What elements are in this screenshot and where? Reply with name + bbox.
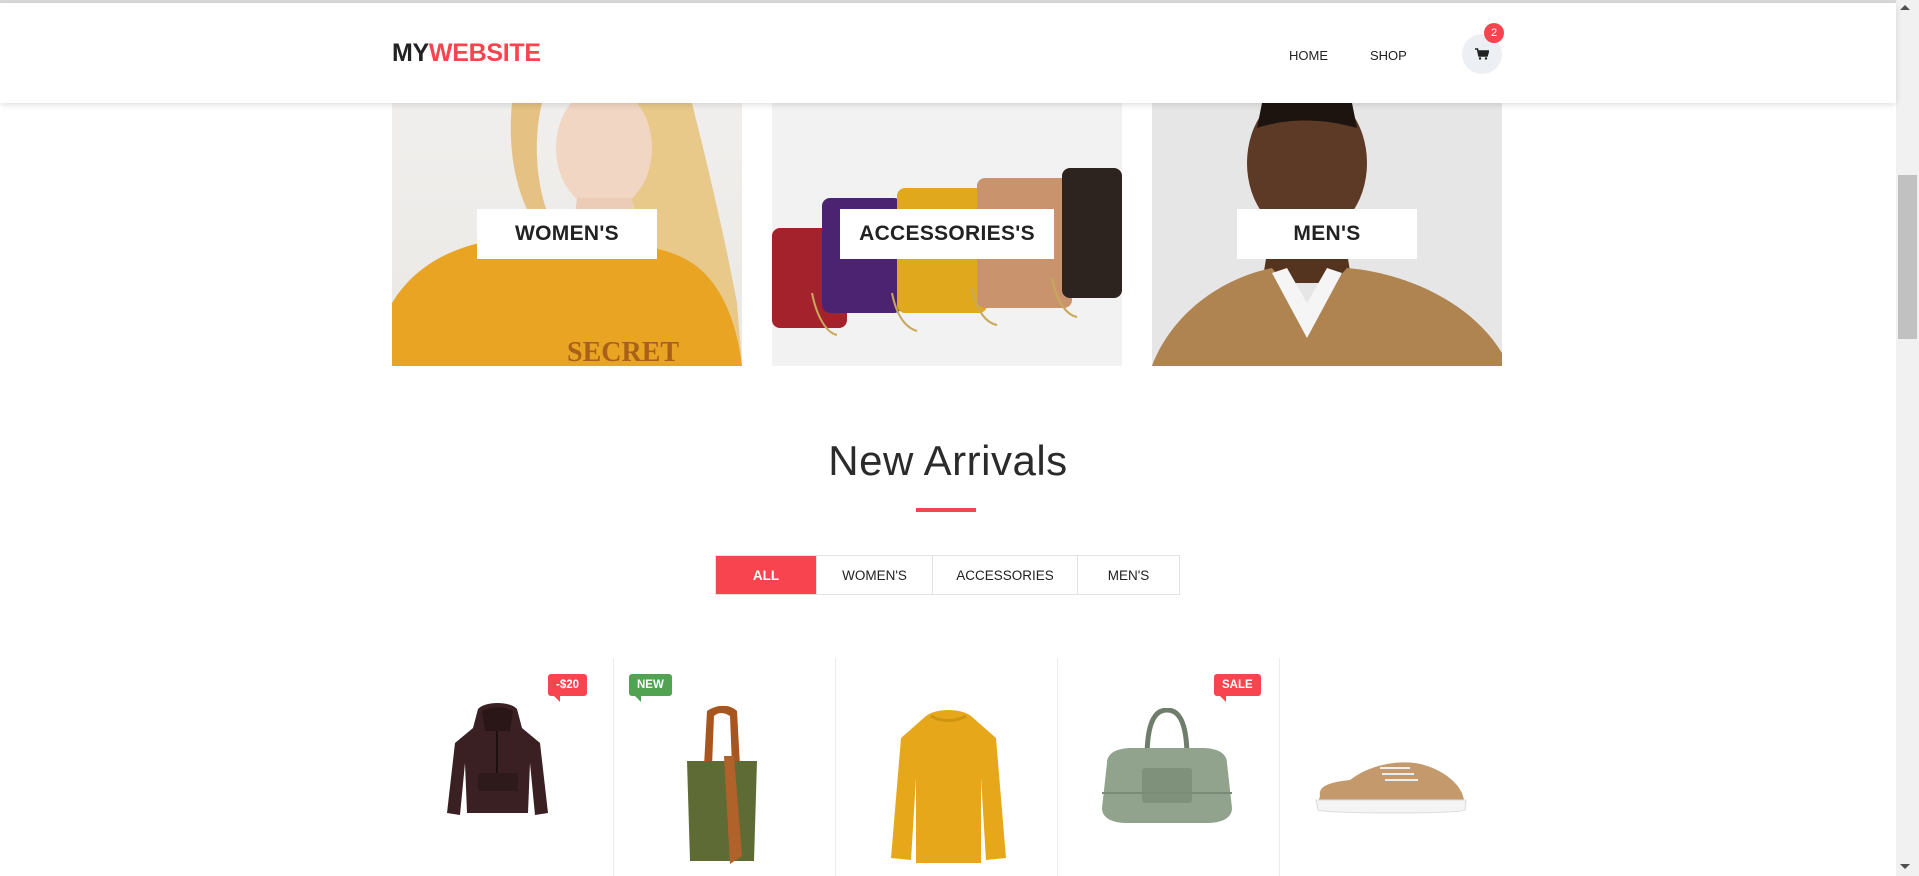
svg-text:SECRET: SECRET (567, 337, 679, 366)
sneaker-image (1315, 762, 1467, 814)
category-label-accessories: ACCESSORIES'S (840, 209, 1054, 259)
product-card-tote-bag[interactable]: NEW (614, 658, 836, 876)
product-card-hoodie[interactable]: -$20 (392, 658, 614, 876)
section-title: New Arrivals (828, 437, 1068, 484)
nav-shop-link[interactable]: SHOP (1370, 48, 1407, 63)
product-tag-new: NEW (629, 674, 672, 702)
category-banner-men[interactable]: MEN'S (1152, 103, 1502, 366)
tote-bag-image (687, 706, 757, 864)
filter-tab-all[interactable]: ALL (716, 556, 817, 594)
category-label-women: WOMEN'S (477, 209, 657, 259)
scrollbar-thumb[interactable] (1898, 175, 1917, 339)
category-banner-women[interactable]: SECRET WOMEN'S (392, 103, 742, 366)
filter-tab-men[interactable]: MEN'S (1078, 556, 1179, 594)
product-tag-discount: -$20 (548, 674, 588, 702)
filter-tab-women[interactable]: WOMEN'S (817, 556, 933, 594)
scroll-up-arrow-icon[interactable] (1900, 5, 1910, 10)
logo[interactable]: MYWEBSITE (392, 39, 541, 68)
product-card-sneaker[interactable] (1280, 658, 1502, 876)
filter-tab-accessories[interactable]: ACCESSORIES (933, 556, 1078, 594)
category-filter-tabs: ALL WOMEN'S ACCESSORIES MEN'S (715, 555, 1180, 595)
hoodie-image (447, 703, 548, 815)
nav-home-link[interactable]: HOME (1289, 48, 1328, 63)
product-card-sweater[interactable] (836, 658, 1058, 876)
category-banner-accessories[interactable]: ACCESSORIES'S (772, 103, 1122, 366)
cart-count-badge: 2 (1484, 23, 1504, 43)
scroll-down-arrow-icon[interactable] (1900, 864, 1910, 869)
cart-icon (1475, 48, 1489, 60)
title-underline (916, 508, 976, 512)
page-scrollbar[interactable] (1896, 0, 1919, 876)
logo-part-website: WEBSITE (428, 39, 541, 67)
sweater-image (891, 710, 1006, 863)
site-header: MYWEBSITE HOME SHOP (0, 3, 1896, 103)
product-card-duffel-bag[interactable]: SALE (1058, 658, 1280, 876)
product-tag-sale: SALE (1214, 674, 1261, 702)
logo-part-my: MY (392, 39, 429, 67)
category-label-men: MEN'S (1237, 209, 1417, 259)
duffel-bag-image (1102, 708, 1232, 823)
